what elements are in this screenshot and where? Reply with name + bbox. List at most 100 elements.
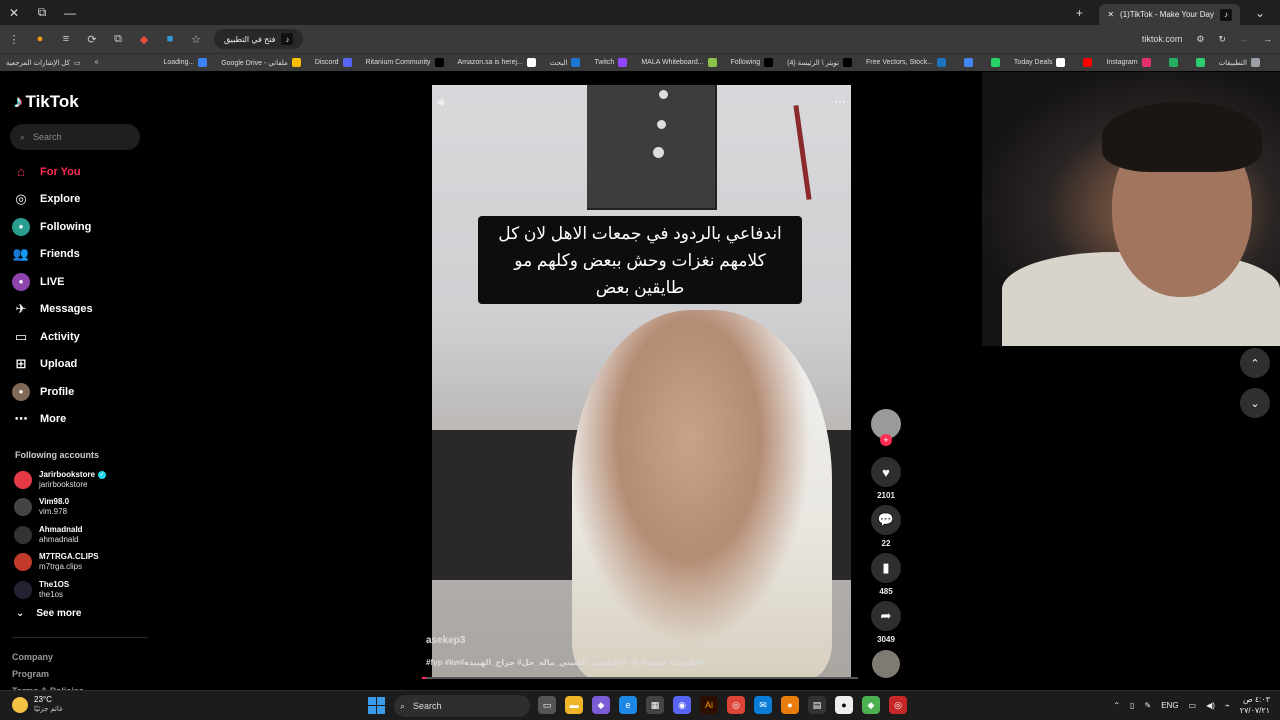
following-account[interactable]: Jarirbookstore ✓ jarirbookstore	[14, 466, 107, 494]
back-icon[interactable]: →	[1263, 34, 1272, 44]
bookmark-item[interactable]	[1079, 58, 1093, 67]
video-author[interactable]: asekep3	[426, 635, 465, 646]
close-window-button[interactable]: ✕	[0, 0, 28, 25]
bookmark-item[interactable]: Amazon.sa is herej...	[458, 58, 536, 67]
reload-icon[interactable]: ↻	[1218, 34, 1226, 45]
tab-search-button[interactable]: ⌄	[1246, 0, 1274, 25]
nav-item-profile[interactable]: ● Profile	[12, 378, 93, 406]
file-explorer-icon[interactable]: ▬	[565, 696, 583, 714]
network-icon[interactable]: ▭	[1189, 701, 1197, 710]
bookmark-item[interactable]	[987, 58, 1000, 67]
edge-icon[interactable]: e	[619, 696, 637, 714]
heart-icon[interactable]: ♥	[871, 457, 901, 487]
all-bookmarks-folder[interactable]: كل الإشارات المرجعية ▭	[6, 59, 81, 67]
nav-item-friends[interactable]: 👥 Friends	[12, 241, 93, 269]
bluetooth-icon[interactable]: ⌁	[1225, 701, 1230, 710]
volume-icon[interactable]: ◀	[436, 97, 444, 108]
nav-item-explore[interactable]: ◎ Explore	[12, 186, 93, 214]
nav-item-more[interactable]: ⋯ More	[12, 406, 93, 434]
search-input[interactable]: ⌕ Search	[10, 124, 140, 150]
forward-icon[interactable]: ←	[1240, 34, 1249, 44]
music-disc-icon[interactable]	[872, 650, 900, 678]
video-hashtags[interactable]: #fyp #kw#الكويت# جمعه# 😂 😂الشعب_الصيني_م…	[426, 658, 705, 667]
more-options-icon[interactable]: ⋯	[834, 95, 847, 109]
bookmark-item[interactable]: (4) تويتر \ الرئيسة	[787, 58, 852, 67]
open-in-app-chip[interactable]: فتح في التطبيق ♪	[214, 29, 304, 49]
task-view-icon[interactable]: ▭	[538, 696, 556, 714]
bookmarks-overflow-icon[interactable]: «	[95, 59, 99, 66]
tab-close-icon[interactable]: ✕	[1107, 10, 1114, 19]
nav-item-upload[interactable]: ⊞ Upload	[12, 351, 93, 379]
windows-start-icon[interactable]	[368, 697, 385, 714]
bookmark-item[interactable]: Discord	[315, 58, 352, 67]
app-icon[interactable]: ◆	[862, 696, 880, 714]
next-video-button[interactable]: ⌄	[1240, 388, 1270, 418]
copilot-icon[interactable]: ◆	[592, 696, 610, 714]
following-account[interactable]: Ahmadnald ahmadnald	[14, 521, 106, 549]
footer-link[interactable]: Terms & Policies	[12, 683, 84, 690]
bookmark-item[interactable]: التطبيقات	[1219, 58, 1260, 67]
chrome-icon[interactable]: ◎	[727, 696, 745, 714]
calendar-icon[interactable]: ▤	[808, 696, 826, 714]
bookmark-item[interactable]	[1165, 58, 1178, 67]
tray-overflow-icon[interactable]: ⌃	[1113, 701, 1120, 710]
video-progress-bar[interactable]	[422, 677, 858, 679]
like-action[interactable]: ♥ 2101	[868, 457, 904, 500]
battery-icon[interactable]: ▯	[1130, 701, 1134, 710]
comment-action[interactable]: 💬 22	[868, 505, 904, 548]
bookmark-item[interactable]: Loading...	[163, 58, 208, 67]
video-player[interactable]: اندفاعي بالردود في جمعات الاهل لان كل كل…	[432, 85, 851, 678]
minimize-window-button[interactable]: —	[56, 0, 84, 25]
discord-icon[interactable]: ◉	[673, 696, 691, 714]
bookmark-item[interactable]: Free Vectors, Stock...	[866, 58, 946, 67]
bookmark-item[interactable]: MALA Whiteboard...	[641, 58, 717, 67]
mail-icon[interactable]: ✉	[754, 696, 772, 714]
extension-icon[interactable]: ◆	[136, 33, 152, 46]
following-account[interactable]: The1OS the1os	[14, 576, 106, 604]
footer-link[interactable]: Program	[12, 666, 84, 683]
restore-window-button[interactable]: ⧉	[28, 0, 56, 25]
bookmark-star-icon[interactable]: ☆	[188, 33, 204, 46]
tiktok-logo[interactable]: ♪ TikTok	[14, 92, 79, 112]
bookmark-item[interactable]	[960, 58, 973, 67]
new-tab-button[interactable]: +	[1065, 0, 1093, 25]
share-icon[interactable]: ➦	[871, 601, 901, 631]
extension-icon[interactable]: ●	[32, 33, 48, 45]
pen-icon[interactable]: ✎	[1145, 701, 1152, 710]
nav-item-messages[interactable]: ✈ Messages	[12, 296, 93, 324]
bookmark-item[interactable]: Twitch	[594, 58, 628, 67]
following-account[interactable]: M7TRGA.CLIPS m7trga.clips	[14, 549, 106, 577]
creator-avatar[interactable]: +	[871, 409, 901, 446]
extension-icon[interactable]: ⧉	[110, 33, 126, 46]
bookmark-item[interactable]: Today Deals	[1014, 58, 1066, 67]
bookmark-item[interactable]: Instagram	[1106, 58, 1151, 67]
bookmark-icon[interactable]: ▮	[871, 553, 901, 583]
extension-icon[interactable]: ⟳	[84, 33, 100, 46]
nav-item-activity[interactable]: ▭ Activity	[12, 323, 93, 351]
bookmark-item[interactable]: Following	[731, 58, 774, 67]
comment-icon[interactable]: 💬	[871, 505, 901, 535]
app-icon[interactable]: ◎	[889, 696, 907, 714]
nav-item-for-you[interactable]: ⌂ For You	[12, 158, 93, 186]
footer-link[interactable]: Company	[12, 649, 84, 666]
app-icon[interactable]: ●	[835, 696, 853, 714]
nav-item-following[interactable]: ● Following	[12, 213, 93, 241]
illustrator-icon[interactable]: Ai	[700, 696, 718, 714]
bookmark-item[interactable]	[1192, 58, 1205, 67]
extension-icon[interactable]: ■	[162, 33, 178, 45]
store-icon[interactable]: ▦	[646, 696, 664, 714]
browser-tab[interactable]: ✕ (1)TikTok - Make Your Day ♪	[1099, 4, 1240, 25]
menu-icon[interactable]: ⋮	[6, 33, 22, 46]
bookmark-item[interactable]: Ritanium Community	[366, 58, 444, 67]
following-account[interactable]: Vim98.0 vim.978	[14, 494, 106, 522]
clock[interactable]: ٤:٠٣ ص ٢٧/٠٧/٢١	[1240, 694, 1270, 716]
blender-icon[interactable]: ●	[781, 696, 799, 714]
volume-icon[interactable]: ◀)	[1206, 701, 1215, 710]
language-indicator[interactable]: ENG	[1161, 701, 1178, 710]
share-action[interactable]: ➦ 3049	[868, 601, 904, 644]
address-url[interactable]: tiktok.com	[1142, 34, 1183, 44]
bookmark-item[interactable]: البحث	[550, 58, 581, 67]
nav-item-live[interactable]: ● LIVE	[12, 268, 93, 296]
follow-plus-icon[interactable]: +	[880, 434, 892, 446]
save-action[interactable]: ▮ 485	[868, 553, 904, 596]
